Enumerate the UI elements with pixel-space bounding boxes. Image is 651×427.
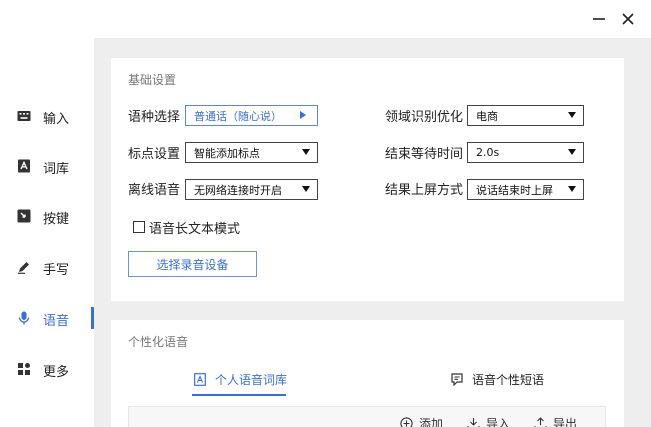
section-title: 基础设置 bbox=[128, 73, 177, 87]
add-icon bbox=[400, 417, 413, 427]
add-label: 添加 bbox=[419, 417, 444, 427]
result-mode-value: 说话结束时上屏 bbox=[476, 183, 553, 197]
minimize-icon bbox=[593, 18, 605, 20]
chevron-down-icon bbox=[568, 112, 576, 118]
language-label: 语种选择 bbox=[128, 110, 181, 125]
chevron-down-icon bbox=[302, 186, 310, 192]
chevron-down-icon bbox=[568, 186, 576, 192]
keyboard-icon bbox=[17, 111, 31, 121]
grid-icon bbox=[18, 363, 30, 375]
sidebar-item-label: 词库 bbox=[43, 162, 70, 177]
main-content: 基础设置 语种选择 普通话（随心说） 标点设置 智能添加标点 离线语音 无网络连… bbox=[94, 38, 651, 427]
domain-label: 领域识别优化 bbox=[385, 110, 464, 125]
tab-label: 个人语音词库 bbox=[215, 372, 288, 387]
select-recording-device-button[interactable]: 选择录音设备 bbox=[128, 251, 257, 277]
end-wait-value: 2.0s bbox=[476, 146, 500, 159]
sidebar-item-label: 按键 bbox=[43, 212, 70, 227]
long-text-label[interactable]: 语音长文本模式 bbox=[149, 218, 240, 237]
sidebar: 输入 词库 按键 手写 语音 更多 bbox=[0, 0, 94, 427]
phrase-icon bbox=[451, 372, 463, 386]
word-library-icon bbox=[194, 372, 206, 386]
result-mode-label: 结果上屏方式 bbox=[385, 183, 464, 198]
title-bar bbox=[94, 0, 651, 38]
sidebar-item-more[interactable]: 更多 bbox=[0, 354, 94, 384]
sidebar-item-input[interactable]: 输入 bbox=[0, 101, 94, 131]
tab-personal-word-library[interactable]: 个人语音词库 bbox=[194, 366, 287, 392]
sidebar-item-label: 语音 bbox=[43, 314, 70, 329]
minimize-button[interactable] bbox=[590, 10, 608, 28]
tab-voice-phrases[interactable]: 语音个性短语 bbox=[451, 366, 544, 392]
personalized-voice-card: 个性化语音 个人语音词库 语音个性短语 添加 导入 导出 bbox=[111, 320, 624, 427]
key-icon bbox=[17, 209, 31, 223]
basic-settings-card: 基础设置 语种选择 普通话（随心说） 标点设置 智能添加标点 离线语音 无网络连… bbox=[111, 58, 624, 301]
sidebar-item-label: 更多 bbox=[43, 365, 70, 380]
export-icon bbox=[534, 417, 547, 427]
chevron-down-icon bbox=[568, 149, 576, 155]
long-text-checkbox[interactable] bbox=[133, 221, 145, 233]
tab-label: 语音个性短语 bbox=[472, 372, 545, 387]
offline-voice-select[interactable]: 无网络连接时开启 bbox=[185, 179, 318, 200]
import-label: 导入 bbox=[486, 417, 511, 427]
close-button[interactable] bbox=[619, 10, 637, 28]
end-wait-label: 结束等待时间 bbox=[385, 147, 464, 162]
section-title: 个性化语音 bbox=[128, 335, 189, 349]
export-button[interactable]: 导出 bbox=[534, 415, 577, 427]
import-button[interactable]: 导入 bbox=[467, 415, 510, 427]
language-select[interactable]: 普通话（随心说） bbox=[185, 105, 318, 126]
language-value: 普通话（随心说） bbox=[194, 109, 282, 123]
export-label: 导出 bbox=[553, 417, 578, 427]
punctuation-select[interactable]: 智能添加标点 bbox=[185, 142, 318, 163]
domain-select[interactable]: 电商 bbox=[467, 105, 584, 126]
chevron-down-icon bbox=[302, 149, 310, 155]
word-library-toolbar: 添加 导入 导出 bbox=[128, 406, 606, 427]
import-icon bbox=[467, 418, 480, 427]
sidebar-item-voice[interactable]: 语音 bbox=[0, 303, 94, 333]
sidebar-item-keys[interactable]: 按键 bbox=[0, 201, 94, 231]
microphone-icon bbox=[18, 311, 30, 325]
offline-voice-value: 无网络连接时开启 bbox=[194, 183, 282, 197]
sidebar-item-label: 手写 bbox=[43, 263, 70, 278]
offline-voice-label: 离线语音 bbox=[128, 183, 181, 198]
add-button[interactable]: 添加 bbox=[400, 415, 443, 427]
punctuation-label: 标点设置 bbox=[128, 147, 181, 162]
active-tab-indicator bbox=[192, 394, 286, 396]
chevron-right-icon bbox=[300, 111, 306, 119]
pen-icon bbox=[18, 262, 29, 274]
dictionary-icon bbox=[18, 159, 30, 173]
sidebar-item-dictionary[interactable]: 词库 bbox=[0, 151, 94, 181]
end-wait-select[interactable]: 2.0s bbox=[467, 142, 584, 163]
punctuation-value: 智能添加标点 bbox=[194, 146, 260, 160]
close-icon bbox=[622, 13, 634, 25]
domain-value: 电商 bbox=[476, 109, 498, 123]
sidebar-item-label: 输入 bbox=[43, 112, 70, 127]
sidebar-item-handwriting[interactable]: 手写 bbox=[0, 252, 94, 282]
result-mode-select[interactable]: 说话结束时上屏 bbox=[467, 179, 584, 200]
